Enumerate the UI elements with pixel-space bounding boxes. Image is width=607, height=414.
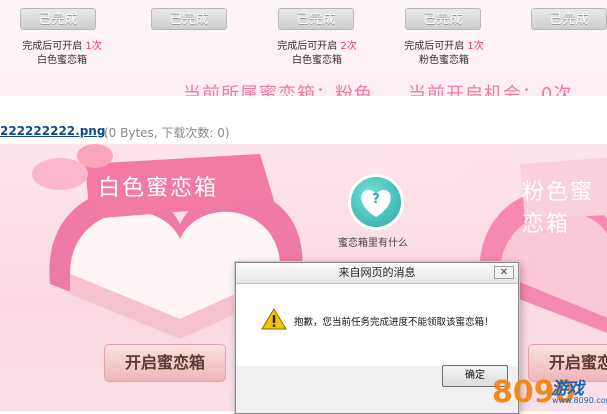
attachment-link[interactable]: 222222222.png [0, 124, 105, 138]
task-line-prefix: 完成后可开启 [404, 41, 465, 52]
current-box-status: 当前所属蜜恋箱：粉色 [183, 84, 373, 96]
close-icon[interactable]: ✕ [494, 266, 514, 279]
whats-inside-icon[interactable]: ? [348, 174, 404, 230]
question-mark: ? [372, 192, 380, 207]
task-box-name: 粉色蜜恋箱 [419, 55, 469, 66]
task-description-1: 完成后可开启 1次 白色蜜恋箱 [2, 40, 122, 68]
attachment-meta: (0 Bytes, 下载次数: 0) [104, 126, 230, 140]
alert-dialog: 来自网页的消息 ✕ 抱歉，您当前任务完成进度不能领取该蜜恋箱！ 确定 [235, 262, 519, 414]
attachment-line: 222222222.png (0 Bytes, 下载次数: 0) [0, 96, 607, 144]
white-box-label: 白色蜜恋箱 [98, 176, 219, 201]
completed-button-1[interactable]: 已完成 [20, 8, 96, 30]
dialog-body: 抱歉，您当前任务完成进度不能领取该蜜恋箱！ [236, 284, 518, 366]
task-box-name: 白色蜜恋箱 [292, 55, 342, 66]
task-count: 1次 [467, 41, 484, 52]
task-box-name: 白色蜜恋箱 [37, 55, 87, 66]
task-line-prefix: 完成后可开启 [22, 41, 83, 52]
task-line-prefix: 完成后可开启 [277, 41, 338, 52]
warning-icon [261, 308, 287, 330]
task-description-3: 完成后可开启 1次 粉色蜜恋箱 [384, 40, 504, 68]
open-white-box-button[interactable]: 开启蜜恋箱 [104, 344, 226, 382]
logo-url: www.8090.com [552, 396, 607, 405]
task-count: 1次 [85, 41, 102, 52]
task-description-2: 完成后可开启 2次 白色蜜恋箱 [257, 40, 377, 68]
pink-box-label: 粉色蜜恋箱 [522, 180, 595, 237]
completed-button-3[interactable]: 已完成 [278, 8, 354, 30]
task-rewards-strip: 已完成 已完成 已完成 已完成 已完成 完成后可开启 1次 白色蜜恋箱 完成后可… [0, 0, 607, 96]
completed-button-2[interactable]: 已完成 [151, 8, 227, 30]
dialog-message: 抱歉，您当前任务完成进度不能领取该蜜恋箱！ [294, 317, 494, 328]
whats-inside-label[interactable]: 蜜恋箱里有什么 [338, 234, 408, 249]
completed-button-5[interactable]: 已完成 [531, 8, 607, 30]
task-count: 2次 [340, 41, 357, 52]
dialog-title: 来自网页的消息 [236, 263, 518, 284]
open-chances-status: 当前开启机会：0次 [408, 84, 573, 96]
completed-button-4[interactable]: 已完成 [405, 8, 481, 30]
